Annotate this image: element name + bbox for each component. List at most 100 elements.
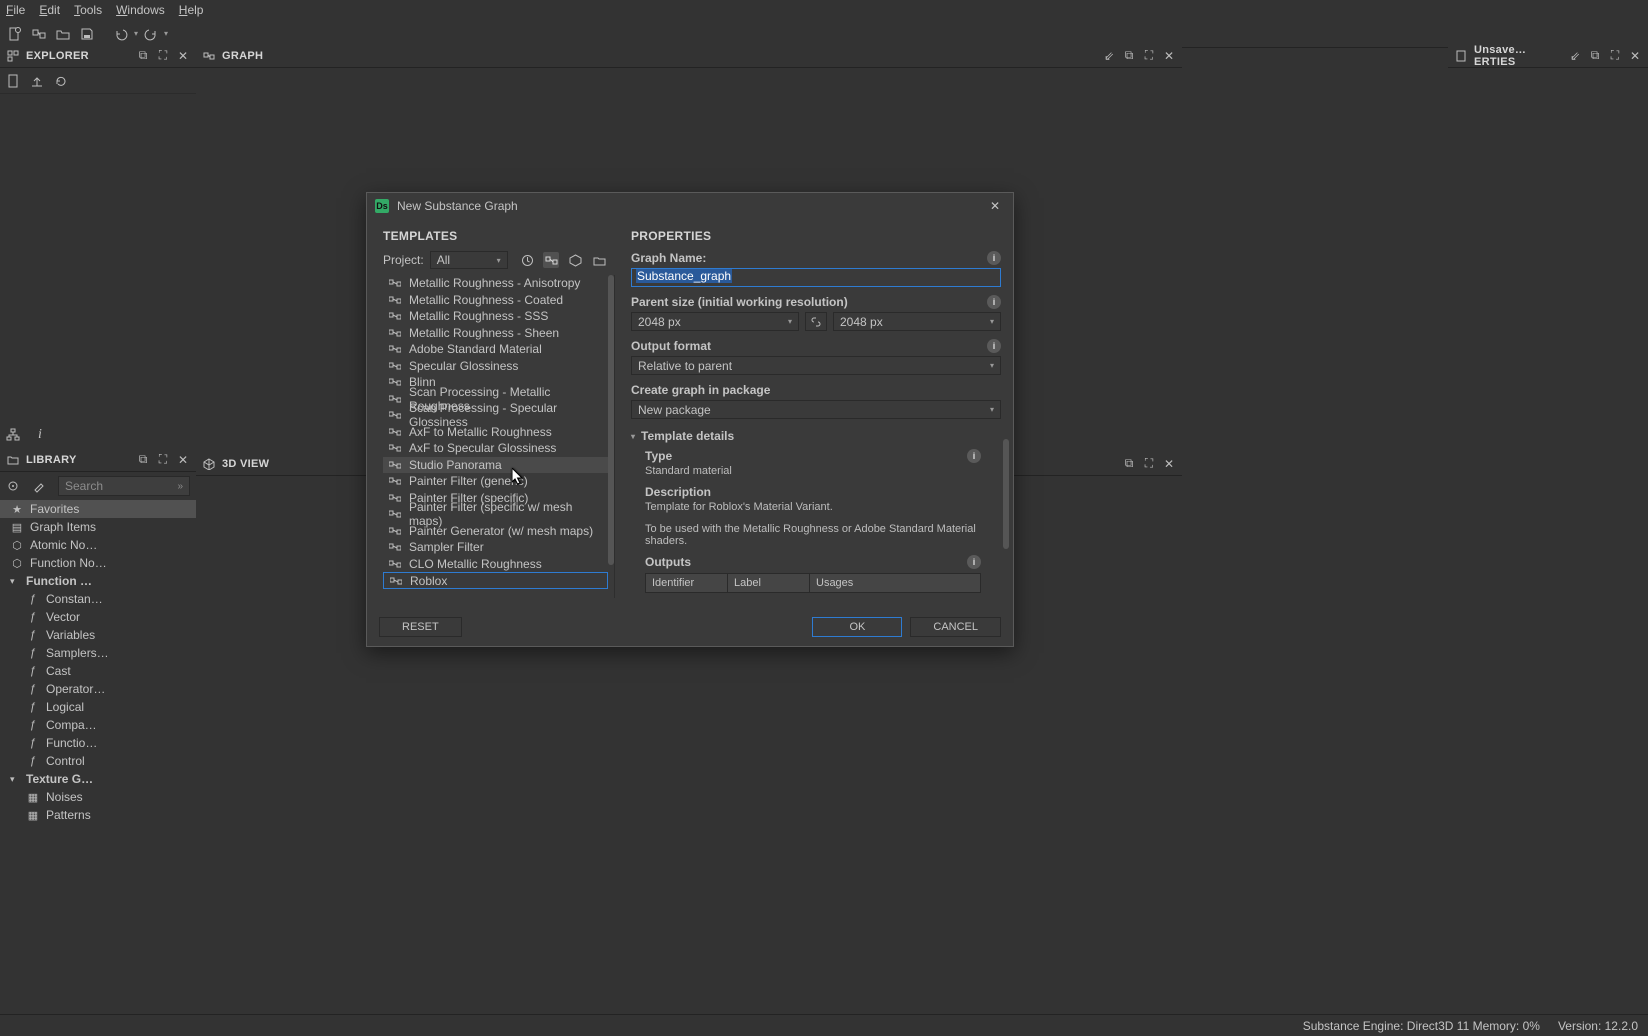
link-dimensions-icon[interactable] — [805, 312, 827, 331]
list-item[interactable]: ƒConstan… — [0, 590, 196, 608]
info-icon[interactable]: i — [987, 339, 1001, 353]
panel-close-icon[interactable]: ✕ — [176, 49, 190, 63]
favorites-item[interactable]: ★Favorites — [0, 500, 196, 518]
graph-filter-icon[interactable] — [543, 252, 559, 268]
graph-node-icon — [389, 542, 401, 552]
panel-popout-icon[interactable]: ⧉ — [1122, 457, 1136, 471]
output-format-select[interactable]: Relative to parent▾ — [631, 356, 1001, 375]
list-item[interactable]: ▦Patterns — [0, 806, 196, 824]
template-item[interactable]: AxF to Specular Glossiness — [383, 440, 608, 457]
template-item[interactable]: Adobe Standard Material — [383, 341, 608, 358]
list-item[interactable]: ▤Graph Items — [0, 518, 196, 536]
tool-hierarchy-icon[interactable] — [6, 428, 20, 442]
template-item[interactable]: Roblox — [383, 572, 608, 589]
chevron-down-icon[interactable]: ▾ — [10, 774, 20, 785]
ok-button[interactable]: OK — [812, 617, 902, 637]
new-graph-icon[interactable] — [28, 23, 50, 45]
cube-filter-icon[interactable] — [567, 252, 583, 268]
template-item[interactable]: Studio Panorama — [383, 457, 608, 474]
new-file-icon[interactable] — [4, 23, 26, 45]
info-icon[interactable]: i — [987, 251, 1001, 265]
panel-maximize-icon[interactable]: ⛶ — [1142, 49, 1156, 63]
panel-close-icon[interactable]: ✕ — [1162, 49, 1176, 63]
list-item[interactable]: ƒFunctio… — [0, 734, 196, 752]
panel-maximize-icon[interactable]: ⛶ — [1142, 457, 1156, 471]
list-item[interactable]: ▾Function … — [0, 572, 196, 590]
panel-popout-icon[interactable]: ⧉ — [1122, 49, 1136, 63]
menu-edit[interactable]: Edit — [39, 3, 60, 17]
cancel-button[interactable]: CANCEL — [910, 617, 1001, 637]
save-icon[interactable] — [76, 23, 98, 45]
dialog-titlebar[interactable]: Ds New Substance Graph ✕ — [367, 193, 1013, 219]
list-item[interactable]: ƒControl — [0, 752, 196, 770]
menu-windows[interactable]: Windows — [116, 3, 165, 17]
list-item[interactable]: ƒSamplers… — [0, 644, 196, 662]
undo-dropdown-icon[interactable]: ▾ — [134, 29, 138, 38]
explorer-refresh-icon[interactable] — [54, 74, 68, 88]
pin-icon[interactable]: ⇙ — [1568, 49, 1582, 63]
outputs-label: Outputs — [645, 555, 691, 569]
template-item[interactable]: Painter Filter (generic) — [383, 473, 608, 490]
explorer-file-icon[interactable] — [6, 74, 20, 88]
pin-icon[interactable]: ⇙ — [1102, 49, 1116, 63]
list-item[interactable]: ⬡Function No… — [0, 554, 196, 572]
menu-help[interactable]: Help — [179, 3, 204, 17]
close-icon[interactable]: ✕ — [985, 199, 1005, 213]
height-select[interactable]: 2048 px▾ — [833, 312, 1001, 331]
open-folder-icon[interactable] — [52, 23, 74, 45]
template-item[interactable]: Metallic Roughness - Anisotropy — [383, 275, 608, 292]
list-item[interactable]: ▦Noises — [0, 788, 196, 806]
template-item[interactable]: Scan Processing - Specular Glossiness — [383, 407, 608, 424]
library-locate-icon[interactable] — [6, 479, 20, 493]
list-item[interactable]: ƒOperator… — [0, 680, 196, 698]
panel-popout-icon[interactable]: ⧉ — [1588, 49, 1602, 63]
list-item[interactable]: ƒCompa… — [0, 716, 196, 734]
template-item[interactable]: Painter Filter (specific w/ mesh maps) — [383, 506, 608, 523]
chevron-down-icon[interactable]: ▾ — [10, 576, 20, 587]
template-item[interactable]: Metallic Roughness - Sheen — [383, 325, 608, 342]
panel-maximize-icon[interactable]: ⛶ — [156, 453, 170, 467]
panel-close-icon[interactable]: ✕ — [1162, 457, 1176, 471]
width-select[interactable]: 2048 px▾ — [631, 312, 799, 331]
panel-maximize-icon[interactable]: ⛶ — [156, 49, 170, 63]
info-icon[interactable]: i — [967, 555, 981, 569]
panel-popout-icon[interactable]: ⧉ — [136, 453, 150, 467]
template-item[interactable]: Metallic Roughness - SSS — [383, 308, 608, 325]
list-item[interactable]: ƒLogical — [0, 698, 196, 716]
template-item[interactable]: CLO Metallic Roughness — [383, 556, 608, 573]
reset-button[interactable]: RESET — [379, 617, 462, 637]
recent-icon[interactable] — [519, 252, 535, 268]
template-details-toggle[interactable]: ▾Template details — [631, 429, 981, 443]
template-item[interactable]: Painter Generator (w/ mesh maps) — [383, 523, 608, 540]
scrollbar[interactable] — [1003, 439, 1009, 549]
template-item[interactable]: Metallic Roughness - Coated — [383, 292, 608, 309]
menu-tools[interactable]: Tools — [74, 3, 102, 17]
redo-icon[interactable] — [140, 23, 162, 45]
create-package-select[interactable]: New package▾ — [631, 400, 1001, 419]
list-item[interactable]: ⬡Atomic No… — [0, 536, 196, 554]
graph-name-input[interactable]: Substance_graph — [631, 268, 1001, 287]
explorer-title: EXPLORER — [26, 50, 130, 62]
list-item[interactable]: ƒVariables — [0, 626, 196, 644]
info-icon[interactable]: i — [967, 449, 981, 463]
menu-file[interactable]: File — [6, 3, 25, 17]
explorer-export-icon[interactable] — [30, 74, 44, 88]
template-item[interactable]: Specular Glossiness — [383, 358, 608, 375]
scrollbar[interactable] — [608, 275, 614, 565]
redo-dropdown-icon[interactable]: ▾ — [164, 29, 168, 38]
list-item[interactable]: ▾Texture G… — [0, 770, 196, 788]
project-select[interactable]: All▾ — [430, 251, 508, 269]
panel-close-icon[interactable]: ✕ — [1628, 49, 1642, 63]
tool-info-icon[interactable]: i — [38, 427, 42, 443]
search-input[interactable]: Search » — [58, 476, 190, 496]
panel-close-icon[interactable]: ✕ — [176, 453, 190, 467]
folder-browse-icon[interactable] — [591, 252, 607, 268]
panel-maximize-icon[interactable]: ⛶ — [1608, 49, 1622, 63]
list-item[interactable]: ƒCast — [0, 662, 196, 680]
info-icon[interactable]: i — [987, 295, 1001, 309]
template-item[interactable]: Sampler Filter — [383, 539, 608, 556]
list-item[interactable]: ƒVector — [0, 608, 196, 626]
undo-icon[interactable] — [110, 23, 132, 45]
panel-popout-icon[interactable]: ⧉ — [136, 49, 150, 63]
library-brush-icon[interactable] — [32, 479, 46, 493]
